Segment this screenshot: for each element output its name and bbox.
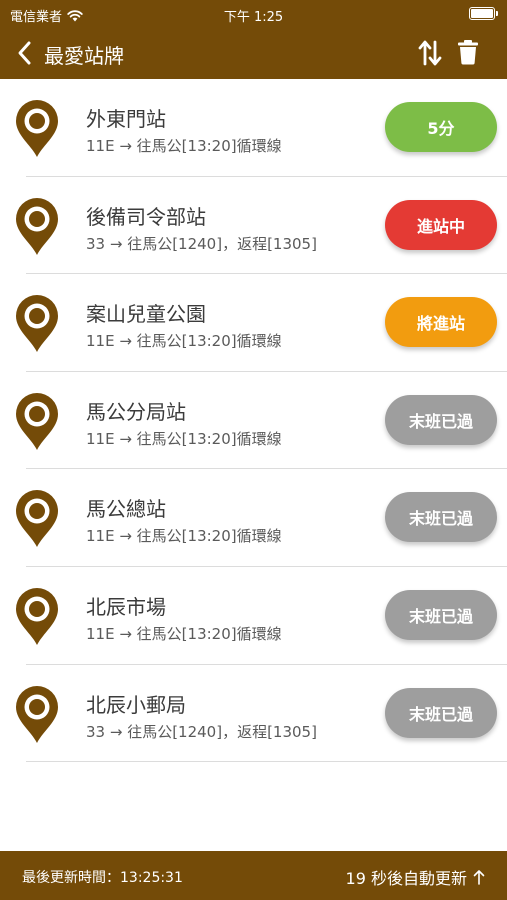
location-pin-icon [16,100,58,157]
navigation-bar: 最愛站牌 [0,28,507,79]
location-pin-icon [16,295,58,353]
status-time: 下午 1:25 [223,10,284,25]
arrival-status-badge[interactable]: 5分 [385,102,497,152]
stop-row[interactable]: 馬公總站 11E → 往馬公[13:20]循環線 末班已過 [0,469,507,567]
auto-refresh-button[interactable]: 19 秒後自動更新 [346,865,485,889]
footer-bar: 最後更新時間：13:25:31 19 秒後自動更新 [0,851,507,900]
stop-name: 北辰小郵局 [86,692,186,717]
stop-row[interactable]: 北辰市場 11E → 往馬公[13:20]循環線 末班已過 [0,567,507,665]
location-pin-icon [16,197,58,255]
trash-icon[interactable] [457,39,479,65]
stop-row[interactable]: 後備司令部站 33 → 往馬公[1240]，返程[1305] 進站中 [0,177,507,275]
arrival-status-badge[interactable]: 末班已過 [385,687,497,738]
battery-icon [469,7,498,20]
location-pin-icon [16,490,58,548]
back-chevron-icon[interactable] [14,39,36,67]
location-pin-icon [16,392,58,450]
stop-route-info: 33 → 往馬公[1240]，返程[1305] [86,722,317,741]
stop-route-info: 11E → 往馬公[13:20]循環線 [86,332,282,351]
arrival-status-badge[interactable]: 末班已過 [385,394,497,445]
arrival-status-badge[interactable]: 進站中 [385,199,497,250]
page-title: 最愛站牌 [44,44,124,68]
stop-route-info: 11E → 往馬公[13:20]循環線 [86,137,282,155]
last-updated-time: 最後更新時間：13:25:31 [22,870,183,886]
stop-name: 北辰市場 [86,594,166,619]
location-pin-icon [16,685,58,743]
stop-name: 馬公分局站 [86,399,186,424]
status-bar: 電信業者 下午 1:25 [0,0,507,28]
arrival-status-badge[interactable]: 末班已過 [385,589,497,640]
stop-row[interactable]: 案山兒童公園 11E → 往馬公[13:20]循環線 將進站 [0,274,507,372]
auto-refresh-label: 19 秒後自動更新 [345,869,467,888]
stop-row[interactable]: 北辰小郵局 33 → 往馬公[1240]，返程[1305] 末班已過 [0,665,507,763]
stop-route-info: 11E → 往馬公[13:20]循環線 [86,527,282,546]
stop-route-info: 33 → 往馬公[1240]，返程[1305] [86,234,317,253]
arrival-status-badge[interactable]: 末班已過 [385,492,497,543]
stop-name: 馬公總站 [86,497,166,522]
stop-route-info: 11E → 往馬公[13:20]循環線 [86,624,282,643]
stop-name: 後備司令部站 [86,204,206,229]
stop-name: 案山兒童公園 [86,302,206,327]
sort-swap-icon[interactable] [417,38,443,68]
stop-row[interactable]: 外東門站 11E → 往馬公[13:20]循環線 5分 [0,79,507,177]
stop-name: 外東門站 [86,107,166,131]
stop-route-info: 11E → 往馬公[13:20]循環線 [86,429,282,448]
arrow-up-icon [473,870,485,885]
favorite-stops-list: 外東門站 11E → 往馬公[13:20]循環線 5分後備司令部站 33 → 往馬公[… [0,79,507,763]
row-divider [26,761,507,763]
arrival-status-badge[interactable]: 將進站 [385,297,497,348]
location-pin-icon [16,587,58,645]
stop-row[interactable]: 馬公分局站 11E → 往馬公[13:20]循環線 末班已過 [0,372,507,470]
